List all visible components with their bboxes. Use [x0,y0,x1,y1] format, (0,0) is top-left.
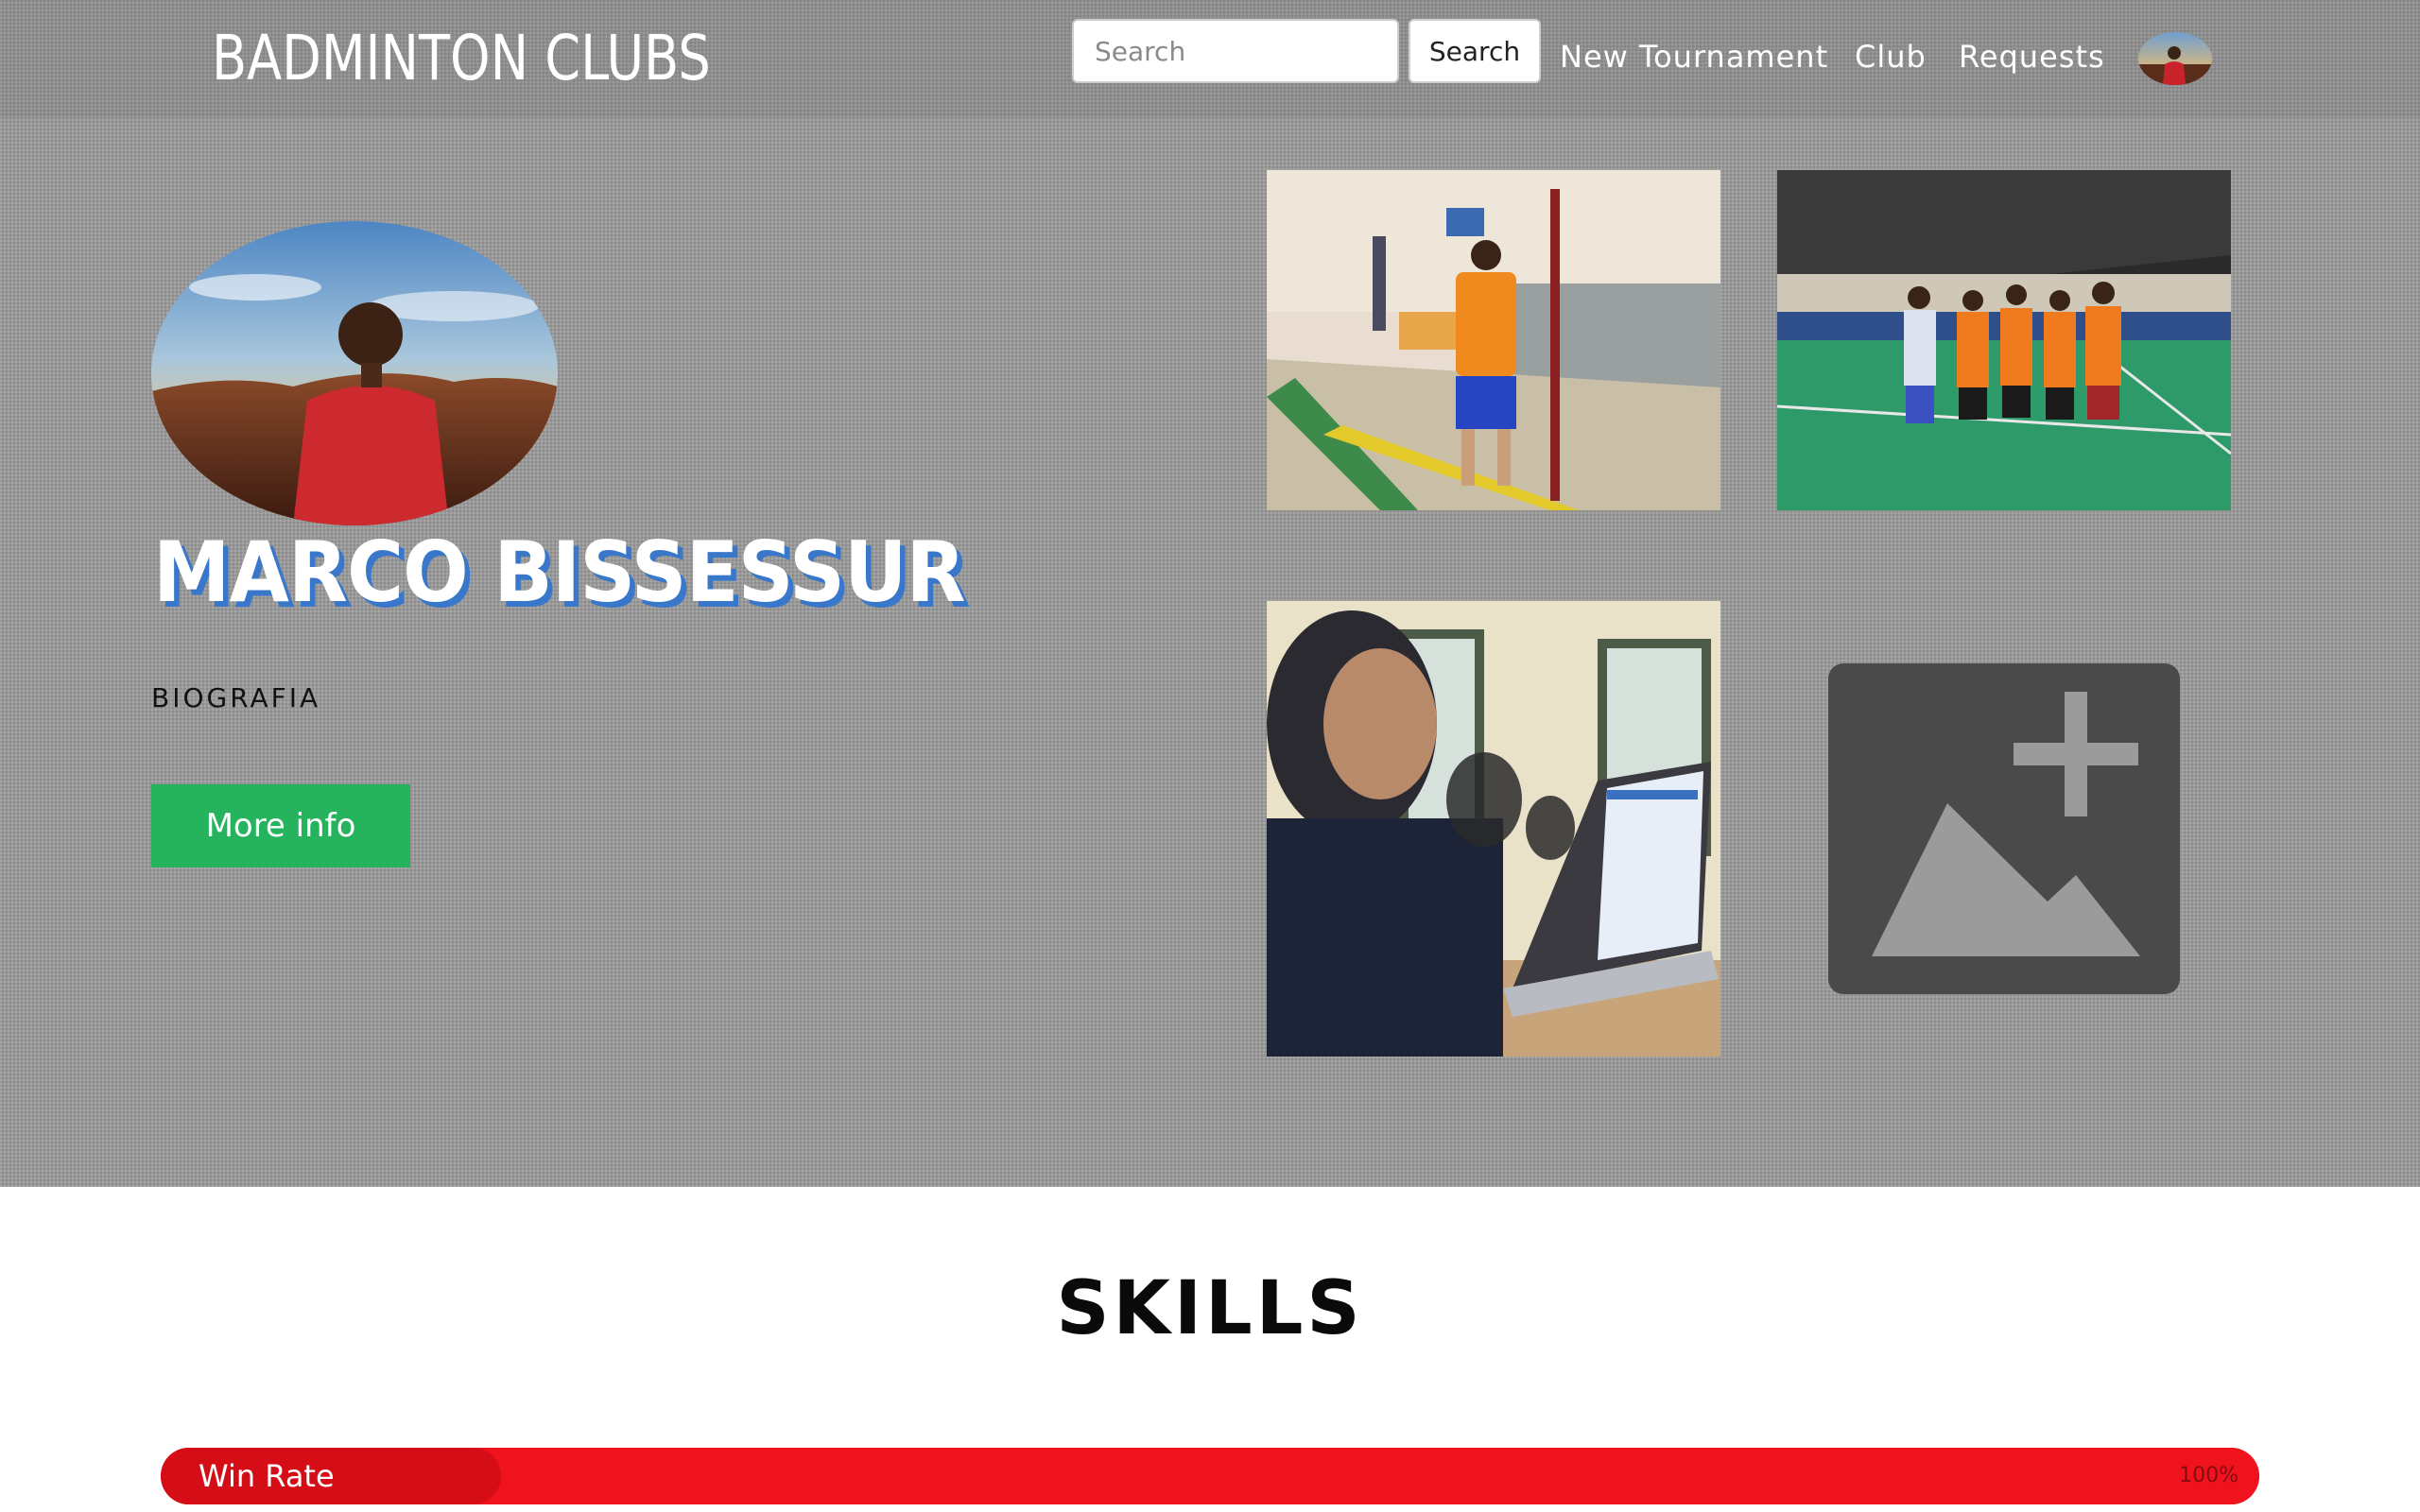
gallery-photo-laptop[interactable] [1267,601,1720,1057]
add-photo-icon[interactable] [1828,663,2180,994]
gallery-photo-trophy[interactable] [1267,170,1720,510]
biography-label: BIOGRAFIA [151,682,321,713]
skill-percent: 100% [2179,1464,2238,1487]
top-navbar: BADMINTON CLUBS Search New Tournament Cl… [0,0,2420,117]
search-button[interactable]: Search [1409,19,1541,83]
skill-label: Win Rate [199,1458,335,1494]
skills-section: SKILLS Win Rate 100% [0,1187,2420,1512]
nav-club[interactable]: Club [1855,36,1927,77]
skill-bar-win-rate: Win Rate 100% [161,1448,2259,1504]
brand-logo[interactable]: BADMINTON CLUBS [212,17,711,100]
profile-photo [151,221,558,525]
gallery-photo-team[interactable] [1777,170,2231,510]
profile-hero: MARCO BISSESSUR BIOGRAFIA More info [0,117,2420,1187]
skill-label-background: Win Rate [161,1448,501,1504]
skills-title: SKILLS [1056,1266,1364,1351]
more-info-button[interactable]: More info [151,784,410,868]
user-avatar[interactable] [2138,32,2212,85]
profile-name: MARCO BISSESSUR [153,524,966,621]
nav-requests[interactable]: Requests [1959,36,2105,77]
nav-new-tournament[interactable]: New Tournament [1560,36,1828,77]
search-input[interactable] [1072,19,1399,83]
